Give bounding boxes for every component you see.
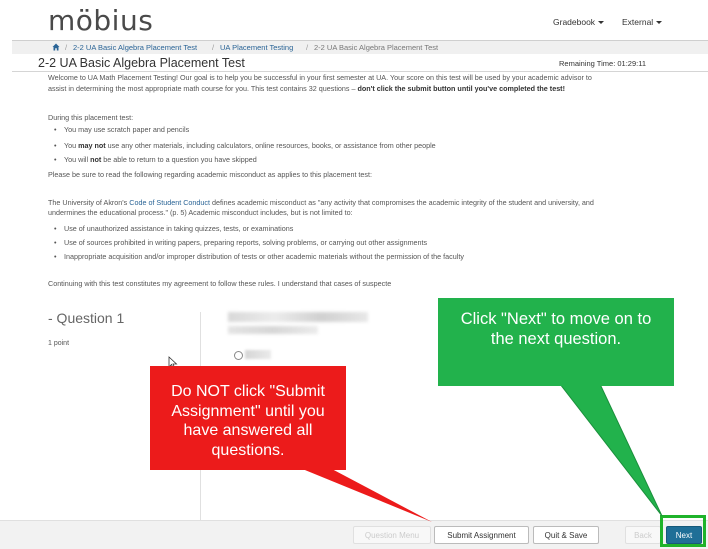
agreement-text: Continuing with this test constitutes my…: [48, 279, 392, 288]
rule-emphasis: not: [90, 155, 102, 164]
mobius-logo: möbius: [48, 4, 154, 37]
read-note: Please be sure to read the following reg…: [48, 170, 373, 179]
remaining-time-label: Remaining Time:: [559, 59, 616, 68]
next-callout-line: the next question.: [490, 330, 622, 348]
rule-item: You may use scratch paper and pencils: [54, 125, 190, 136]
question-menu-button[interactable]: Question Menu: [353, 526, 431, 544]
answer-radio[interactable]: [234, 351, 243, 360]
misconduct-item: Use of sources prohibited in writing pap…: [54, 238, 427, 249]
breadcrumb-separator: /: [306, 43, 309, 52]
question-points: 1 point: [48, 340, 70, 347]
code-of-conduct-link[interactable]: Code of Student Conduct: [129, 198, 210, 207]
back-button[interactable]: Back: [625, 526, 661, 544]
akron-text: The University of Akron's: [48, 198, 130, 207]
external-menu[interactable]: External: [622, 17, 663, 27]
breadcrumb-separator: /: [65, 43, 68, 52]
akron-text: defines academic misconduct as "any acti…: [209, 198, 594, 207]
blurred-answer-text: [245, 350, 271, 359]
submit-callout-text: Do NOT click "Submit Assignment" until y…: [150, 382, 346, 460]
during-label: During this placement test:: [48, 113, 134, 122]
gradebook-menu[interactable]: Gradebook: [553, 17, 605, 27]
breadcrumb-item-test[interactable]: 2-2 UA Basic Algebra Placement Test: [73, 43, 197, 52]
gradebook-menu-label: Gradebook: [553, 17, 596, 27]
rule-item: You will not be able to return to a ques…: [54, 155, 257, 166]
remaining-time: Remaining Time: 01:29:11: [559, 59, 646, 68]
intro-text: assist in determining the most appropria…: [48, 84, 358, 93]
rule-text: You may use scratch paper and pencils: [64, 125, 190, 134]
intro-line-2: assist in determining the most appropria…: [48, 84, 688, 95]
akron-line-2: undermines the educational process." (p.…: [48, 208, 353, 217]
rule-text: use any other materials, including calcu…: [105, 141, 436, 150]
next-callout-text: Click "Next" to move on to the next ques…: [438, 309, 674, 349]
rule-emphasis: may not: [78, 141, 106, 150]
submit-assignment-button[interactable]: Submit Assignment: [434, 526, 529, 544]
breadcrumb-current: 2-2 UA Basic Algebra Placement Test: [314, 43, 439, 52]
chevron-down-icon: [656, 21, 663, 25]
rule-text: You will: [64, 155, 91, 164]
blurred-question-text: [228, 312, 368, 322]
green-arrow: [558, 383, 663, 517]
rule-item: You may not use any other materials, inc…: [54, 141, 436, 152]
rule-text: be able to return to a question you have…: [101, 155, 257, 164]
misconduct-item: Use of unauthorized assistance in taking…: [54, 224, 293, 235]
external-menu-label: External: [622, 17, 654, 27]
title-divider: [12, 71, 708, 72]
breadcrumb: / 2-2 UA Basic Algebra Placement Test / …: [12, 41, 708, 54]
submit-warning: don't click the submit button until you'…: [357, 84, 565, 93]
breadcrumb-item-placement-testing[interactable]: UA Placement Testing: [220, 43, 293, 52]
red-arrow: [300, 468, 432, 522]
next-button[interactable]: Next: [666, 526, 702, 544]
page-title: 2-2 UA Basic Algebra Placement Test: [38, 56, 245, 70]
question-title: - Question 1: [48, 310, 125, 326]
intro-line-1: Welcome to UA Math Placement Testing! Ou…: [48, 73, 592, 82]
remaining-time-value: 01:29:11: [617, 59, 647, 68]
submit-callout-line: have answered all: [183, 422, 313, 439]
blurred-question-text: [228, 326, 318, 334]
misconduct-item: Inappropriate acquisition and/or imprope…: [54, 252, 464, 263]
quit-save-button[interactable]: Quit & Save: [533, 526, 599, 544]
submit-callout-line: Assignment" until you: [171, 402, 325, 420]
submit-callout-line: Do NOT click "Submit: [171, 383, 325, 400]
rule-text: You: [64, 141, 79, 150]
home-icon[interactable]: [52, 41, 60, 54]
chevron-down-icon: [598, 21, 605, 25]
next-callout-line: Click "Next" to move on to: [460, 310, 652, 328]
submit-callout-line: questions.: [211, 441, 285, 459]
akron-line-1: The University of Akron's Code of Studen…: [48, 198, 688, 209]
breadcrumb-separator: /: [212, 43, 215, 52]
